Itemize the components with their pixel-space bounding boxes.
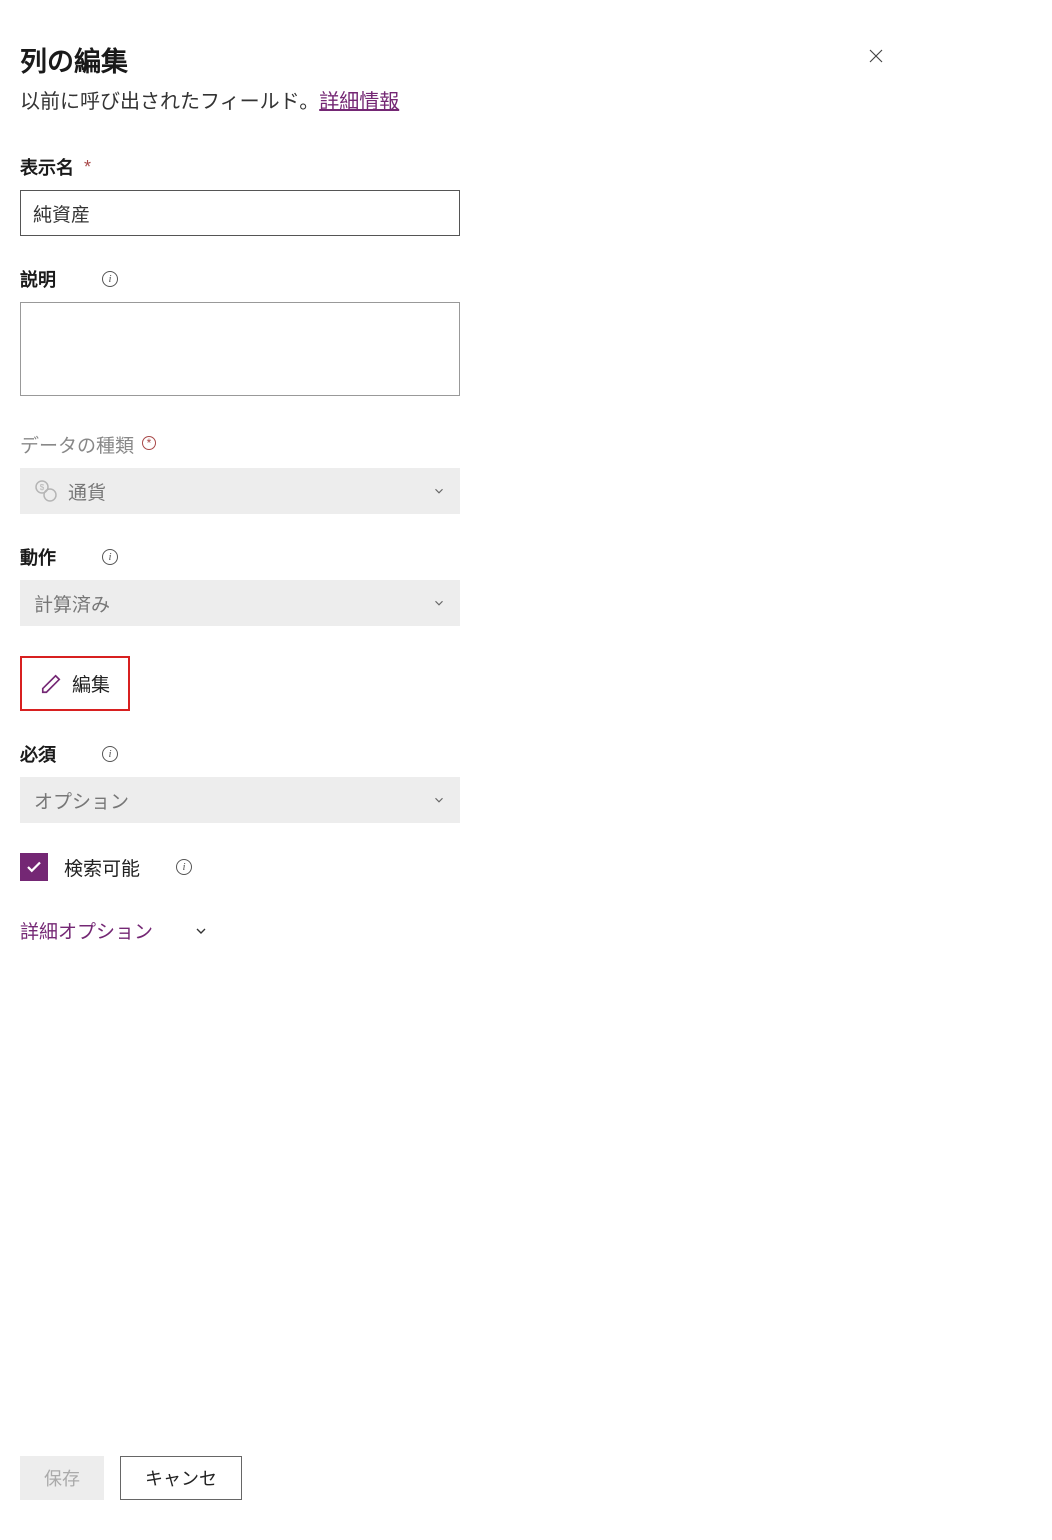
searchable-checkbox[interactable] bbox=[20, 853, 48, 881]
currency-icon: $ bbox=[34, 479, 58, 503]
advanced-options-label: 詳細オプション bbox=[20, 917, 153, 944]
behavior-label: 動作 bbox=[20, 544, 56, 570]
info-icon[interactable]: i bbox=[102, 549, 118, 565]
data-type-label: データの種類 bbox=[20, 431, 134, 458]
pencil-icon bbox=[40, 673, 62, 695]
panel-title: 列の編集 bbox=[20, 40, 128, 79]
info-icon[interactable]: i bbox=[176, 859, 192, 875]
required-dropdown: オプション bbox=[20, 777, 460, 823]
learn-more-link[interactable]: 詳細情報 bbox=[319, 91, 399, 113]
svg-text:$: $ bbox=[40, 483, 45, 492]
close-icon bbox=[867, 47, 885, 65]
description-input[interactable] bbox=[20, 302, 460, 396]
edit-button-label: 編集 bbox=[72, 670, 110, 697]
required-asterisk: * bbox=[142, 436, 156, 450]
save-button: 保存 bbox=[20, 1456, 104, 1500]
chevron-down-icon bbox=[432, 596, 446, 610]
info-icon[interactable]: i bbox=[102, 746, 118, 762]
edit-button[interactable]: 編集 bbox=[20, 656, 130, 711]
behavior-value: 計算済み bbox=[34, 590, 110, 617]
required-label: 必須 bbox=[20, 741, 56, 767]
chevron-down-icon bbox=[193, 923, 209, 939]
required-asterisk: * bbox=[84, 157, 91, 178]
display-name-input[interactable] bbox=[20, 190, 460, 236]
chevron-down-icon bbox=[432, 793, 446, 807]
required-value: オプション bbox=[34, 787, 129, 814]
panel-subtitle: 以前に呼び出されたフィールド。詳細情報 bbox=[20, 85, 1032, 114]
checkmark-icon bbox=[25, 858, 43, 876]
data-type-value: 通貨 bbox=[68, 478, 106, 505]
close-button[interactable] bbox=[860, 40, 892, 72]
data-type-dropdown: $ 通貨 bbox=[20, 468, 460, 514]
display-name-label: 表示名 bbox=[20, 154, 74, 180]
cancel-button[interactable]: キャンセ bbox=[120, 1456, 242, 1500]
behavior-dropdown: 計算済み bbox=[20, 580, 460, 626]
subtitle-text: 以前に呼び出されたフィールド。 bbox=[20, 91, 319, 113]
info-icon[interactable]: i bbox=[102, 271, 118, 287]
description-label: 説明 bbox=[20, 266, 56, 292]
advanced-options-toggle[interactable]: 詳細オプション bbox=[20, 917, 1032, 944]
searchable-label: 検索可能 bbox=[64, 854, 140, 881]
chevron-down-icon bbox=[432, 484, 446, 498]
